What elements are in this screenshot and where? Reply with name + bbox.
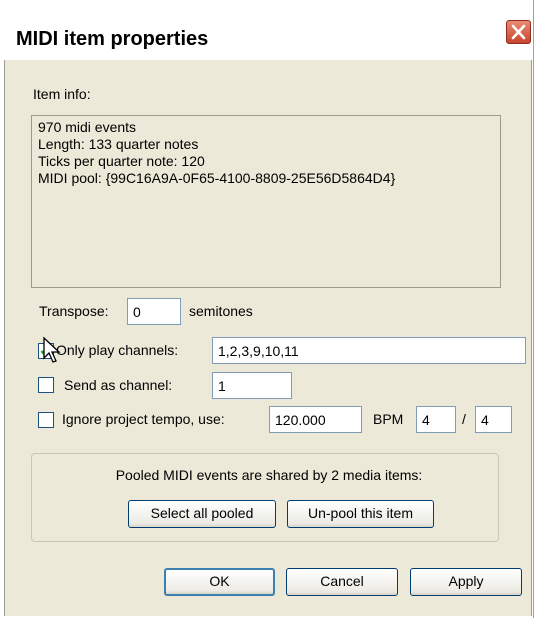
- ok-button[interactable]: OK: [164, 568, 275, 596]
- info-line: MIDI pool: {99C16A9A-0F65-4100-8809-25E5…: [38, 170, 396, 186]
- pool-message: Pooled MIDI events are shared by 2 media…: [115, 467, 423, 483]
- only-play-channels-input[interactable]: 1,2,3,9,10,11: [212, 337, 526, 364]
- close-icon: [511, 24, 526, 40]
- send-as-channel-label: Send as channel:: [64, 377, 173, 393]
- midi-item-properties-window: MIDI item properties Item info: 970 midi…: [0, 0, 538, 618]
- ignore-tempo-label: Ignore project tempo, use:: [62, 411, 225, 427]
- window-title: MIDI item properties: [16, 28, 209, 50]
- info-line: 970 midi events: [38, 119, 137, 135]
- item-info-box: 970 midi events Length: 133 quarter note…: [31, 115, 501, 288]
- item-info-label: Item info:: [33, 86, 91, 102]
- ignore-tempo-checkbox[interactable]: [38, 412, 54, 428]
- bpm-input[interactable]: 120.000: [269, 406, 362, 433]
- info-line: Length: 133 quarter notes: [38, 136, 199, 152]
- time-signature-separator: /: [462, 411, 466, 427]
- close-button[interactable]: [506, 20, 531, 44]
- bpm-label: BPM: [373, 411, 404, 427]
- info-line: Ticks per quarter note: 120: [38, 153, 205, 169]
- send-as-channel-input[interactable]: 1: [212, 372, 292, 399]
- transpose-unit-label: semitones: [189, 303, 253, 319]
- mouse-cursor-icon: [43, 336, 61, 363]
- transpose-label: Transpose:: [39, 303, 109, 319]
- apply-button[interactable]: Apply: [410, 568, 522, 596]
- unpool-item-button[interactable]: Un-pool this item: [287, 500, 434, 528]
- window-border: [533, 0, 534, 618]
- send-as-channel-checkbox[interactable]: [38, 377, 54, 393]
- time-signature-numerator-input[interactable]: 4: [416, 406, 456, 433]
- only-play-channels-label: Only play channels:: [56, 342, 179, 358]
- select-all-pooled-button[interactable]: Select all pooled: [128, 500, 276, 528]
- time-signature-denominator-input[interactable]: 4: [475, 406, 512, 433]
- cancel-button[interactable]: Cancel: [286, 568, 398, 596]
- title-bar[interactable]: MIDI item properties: [4, 20, 534, 61]
- transpose-input[interactable]: 0: [127, 298, 181, 325]
